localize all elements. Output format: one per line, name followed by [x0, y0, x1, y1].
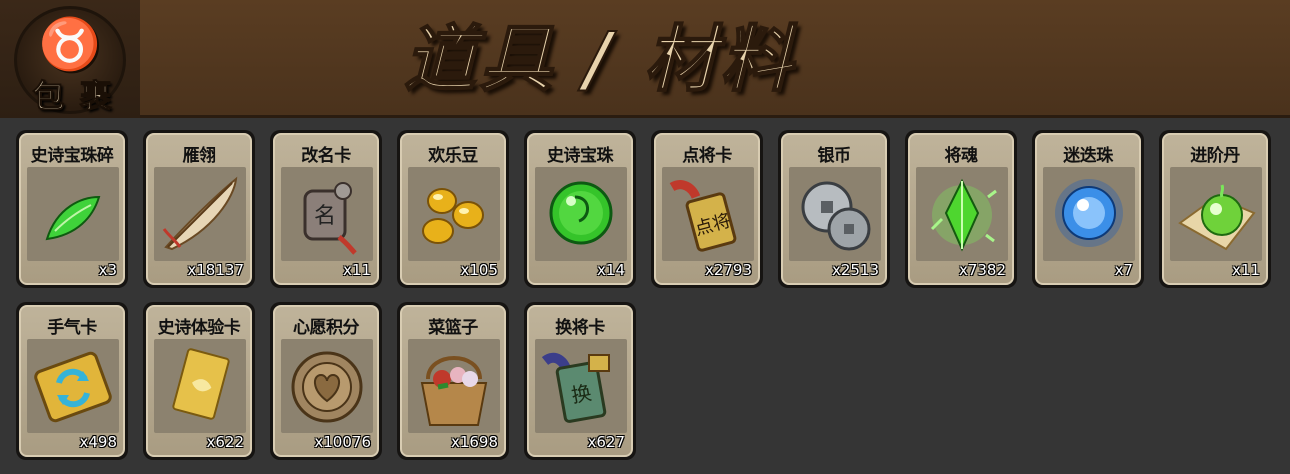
item-name: 换将卡: [555, 318, 605, 338]
gold-beans-icon: [408, 167, 500, 261]
item-card-frame: 进阶丹 x11: [1162, 133, 1268, 285]
item-count: x7: [1114, 261, 1133, 279]
item-card-frame: 将魂 x7382: [908, 133, 1014, 285]
feather-icon: [154, 167, 246, 261]
svg-text:名: 名: [314, 204, 336, 229]
item-card[interactable]: 改名卡名 x11: [270, 130, 382, 288]
item-card[interactable]: 心愿积分 x10076: [270, 302, 382, 460]
item-card[interactable]: 换将卡换 x627: [524, 302, 636, 460]
item-card-frame: 菜篮子 x1698: [400, 305, 506, 457]
item-name: 迷迭珠: [1063, 146, 1113, 166]
item-card[interactable]: 迷迭珠 x7: [1032, 130, 1144, 288]
item-card-frame: 银币 x2513: [781, 133, 887, 285]
green-orb-icon: [535, 167, 627, 261]
item-count: x7382: [958, 261, 1006, 279]
item-name: 史诗宝珠: [547, 146, 614, 166]
green-pill-icon: [1170, 167, 1262, 261]
item-name: 将魂: [944, 146, 979, 166]
item-count: x1698: [450, 433, 498, 451]
green-leaf-shard-icon: [27, 167, 119, 261]
item-card[interactable]: 进阶丹 x11: [1159, 130, 1271, 288]
item-count: x627: [587, 433, 625, 451]
item-name: 史诗宝珠碎: [30, 146, 114, 166]
page-title: 道具 / 材料: [403, 16, 797, 102]
item-card[interactable]: 欢乐豆 x105: [397, 130, 509, 288]
item-card[interactable]: 史诗体验卡 x622: [143, 302, 255, 460]
item-name: 心愿积分: [293, 318, 360, 338]
bag-emblem: ♉ 包 裹: [14, 6, 126, 116]
item-card-frame: 雁翎 x18137: [146, 133, 252, 285]
item-name: 点将卡: [682, 146, 732, 166]
gold-card-icon: [154, 339, 246, 433]
item-card[interactable]: 菜篮子 x1698: [397, 302, 509, 460]
item-count: x11: [1232, 261, 1260, 279]
swap-general-card-icon: 换: [535, 339, 627, 433]
item-card[interactable]: 手气卡 x498: [16, 302, 128, 460]
item-name: 史诗体验卡: [157, 318, 241, 338]
silver-coins-icon: [789, 167, 881, 261]
item-name: 手气卡: [47, 318, 97, 338]
blue-orb-icon: [1043, 167, 1135, 261]
item-count: x2793: [704, 261, 752, 279]
item-card-frame: 换将卡换 x627: [527, 305, 633, 457]
item-card[interactable]: 将魂 x7382: [905, 130, 1017, 288]
item-card[interactable]: 点将卡 点将 x2793: [651, 130, 763, 288]
item-card[interactable]: 史诗宝珠 x14: [524, 130, 636, 288]
svg-text:换: 换: [569, 380, 593, 407]
item-name: 改名卡: [301, 146, 351, 166]
item-count: x3: [98, 261, 117, 279]
item-name: 进阶丹: [1190, 146, 1240, 166]
item-count: x11: [343, 261, 371, 279]
header-bar: ♉ 包 裹 道具 / 材料: [0, 0, 1290, 118]
item-card-frame: 心愿积分 x10076: [273, 305, 379, 457]
item-card-frame: 手气卡 x498: [19, 305, 125, 457]
item-card[interactable]: 雁翎 x18137: [143, 130, 255, 288]
item-card[interactable]: 史诗宝珠碎 x3: [16, 130, 128, 288]
heart-coin-icon: [281, 339, 373, 433]
item-count: x498: [79, 433, 117, 451]
basket-icon: [408, 339, 500, 433]
refresh-card-icon: [27, 339, 119, 433]
item-card-frame: 点将卡 点将 x2793: [654, 133, 760, 285]
item-card[interactable]: 银币 x2513: [778, 130, 890, 288]
item-card-frame: 史诗宝珠 x14: [527, 133, 633, 285]
bag-label: 包 裹: [32, 77, 114, 116]
item-count: x105: [460, 261, 498, 279]
item-card-frame: 改名卡名 x11: [273, 133, 379, 285]
item-count: x14: [597, 261, 625, 279]
money-bag-icon: ♉: [38, 15, 102, 73]
general-card-icon: 点将: [662, 167, 754, 261]
item-count: x2513: [831, 261, 879, 279]
green-crystal-icon: [916, 167, 1008, 261]
bag-button[interactable]: ♉ 包 裹: [0, 0, 140, 118]
item-name: 欢乐豆: [428, 146, 478, 166]
item-card-frame: 迷迭珠 x7: [1035, 133, 1141, 285]
item-card-frame: 史诗宝珠碎 x3: [19, 133, 125, 285]
item-card-frame: 欢乐豆 x105: [400, 133, 506, 285]
item-count: x10076: [314, 433, 371, 451]
item-card-frame: 史诗体验卡 x622: [146, 305, 252, 457]
item-name: 银币: [817, 146, 852, 166]
item-count: x622: [206, 433, 244, 451]
item-count: x18137: [187, 261, 244, 279]
item-name: 菜篮子: [428, 318, 478, 338]
item-name: 雁翎: [182, 146, 217, 166]
name-token-icon: 名: [281, 167, 373, 261]
